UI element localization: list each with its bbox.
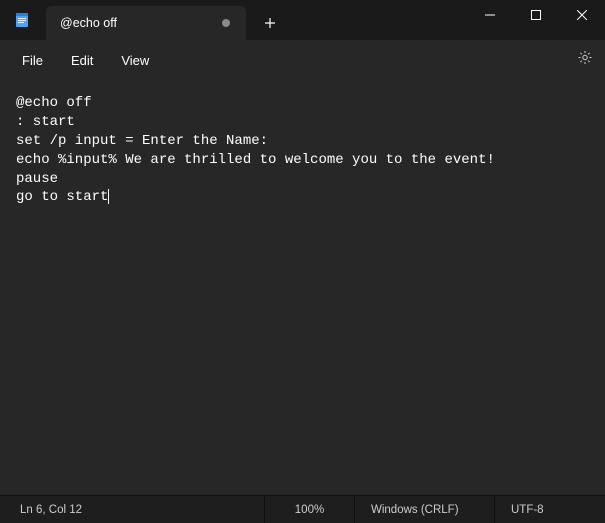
statusbar: Ln 6, Col 12 100% Windows (CRLF) UTF-8 [0,495,605,523]
text-cursor [108,189,109,204]
minimize-button[interactable] [467,0,513,30]
menubar: File Edit View [0,40,605,80]
status-zoom[interactable]: 100% [265,496,355,523]
status-position[interactable]: Ln 6, Col 12 [0,496,265,523]
window-controls [467,0,605,40]
status-encoding[interactable]: UTF-8 [495,496,605,523]
app-icon [14,12,30,28]
menu-file[interactable]: File [10,47,55,74]
tab-modified-indicator [222,19,230,27]
tab-title: @echo off [60,16,212,30]
menu-edit[interactable]: Edit [59,47,105,74]
maximize-button[interactable] [513,0,559,30]
editor-area[interactable]: @echo off : start set /p input = Enter t… [0,80,605,495]
close-button[interactable] [559,0,605,30]
settings-button[interactable] [577,50,593,71]
new-tab-button[interactable] [252,6,288,40]
menu-view[interactable]: View [109,47,161,74]
status-line-ending[interactable]: Windows (CRLF) [355,496,495,523]
active-tab[interactable]: @echo off [46,6,246,40]
titlebar: @echo off [0,0,605,40]
editor-content: @echo off : start set /p input = Enter t… [16,95,495,205]
